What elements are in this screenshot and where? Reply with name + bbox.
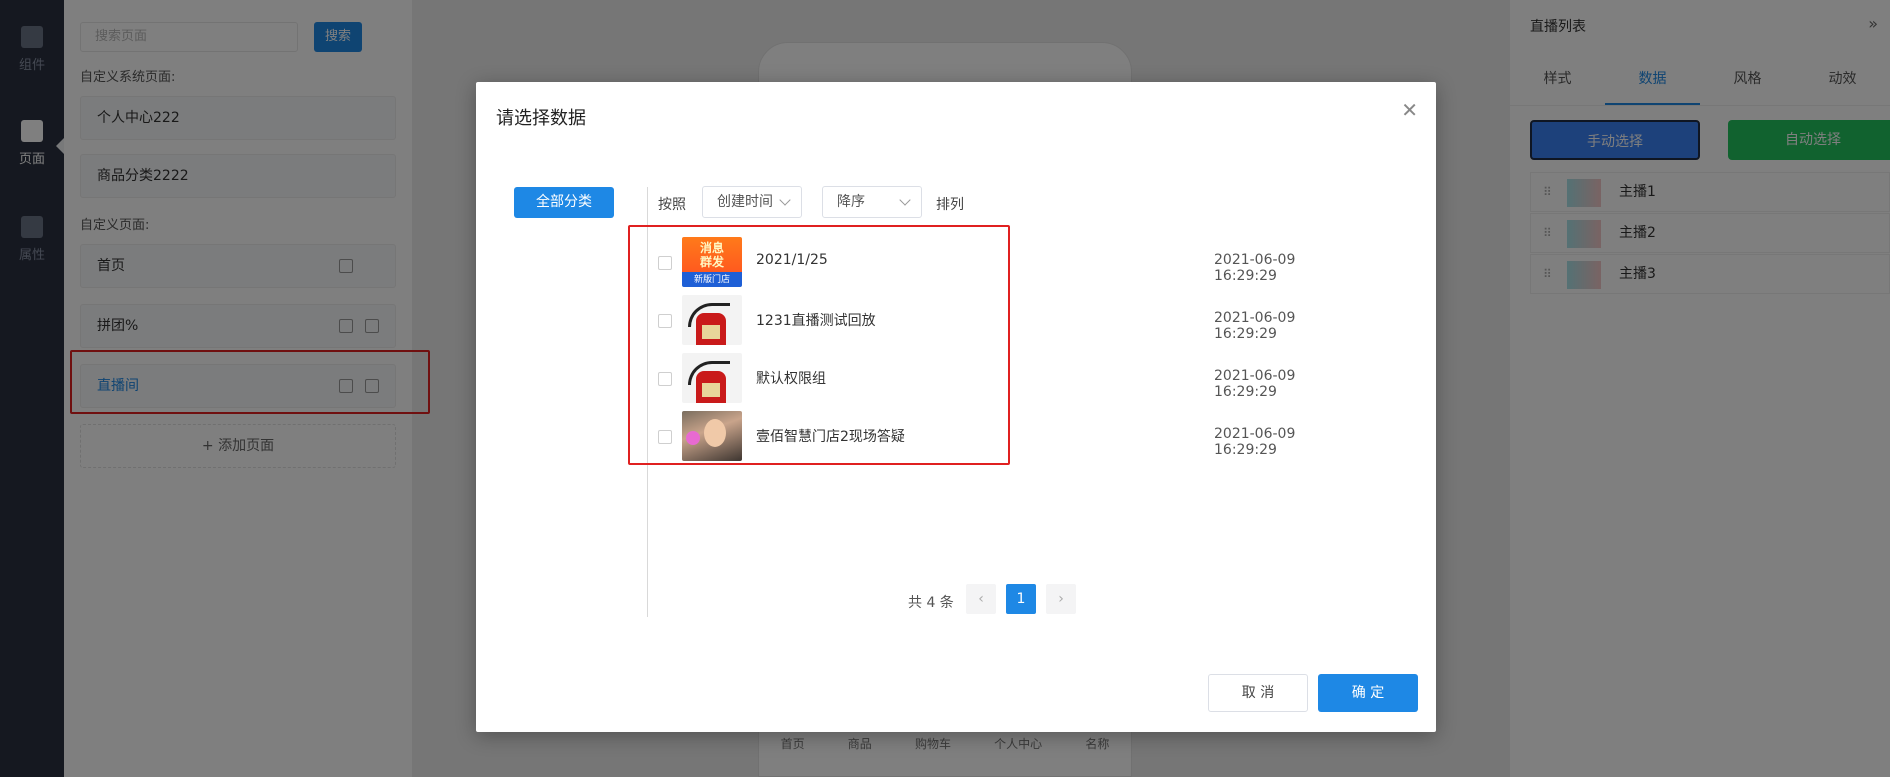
sort-suffix-label: 排列	[936, 197, 964, 213]
pager-total: 共 4 条	[908, 595, 954, 611]
item-time: 2021-06-09 16:29:29	[1214, 368, 1296, 400]
sort-field-select[interactable]: 创建时间	[702, 186, 802, 218]
page-number-button[interactable]: 1	[1006, 584, 1036, 614]
select-data-dialog: 请选择数据 ✕ 全部分类 按照 创建时间 降序 排列 消息 群发 新版门店 202…	[476, 82, 1436, 732]
item-time: 2021-06-09 16:29:29	[1214, 426, 1296, 458]
close-icon[interactable]: ✕	[1401, 100, 1418, 120]
sort-by-label: 按照	[658, 197, 686, 213]
item-time: 2021-06-09 16:29:29	[1214, 252, 1296, 284]
dialog-title: 请选择数据	[496, 108, 586, 129]
chevron-down-icon	[899, 194, 911, 206]
next-page-button[interactable]: ›	[1046, 584, 1076, 614]
prev-page-button[interactable]: ‹	[966, 584, 996, 614]
chevron-down-icon	[779, 194, 791, 206]
all-categories-button[interactable]: 全部分类	[514, 187, 614, 218]
cancel-button[interactable]: 取 消	[1208, 674, 1308, 712]
highlight-box	[628, 225, 1010, 465]
sort-order-select[interactable]: 降序	[822, 186, 922, 218]
item-time: 2021-06-09 16:29:29	[1214, 310, 1296, 342]
confirm-button[interactable]: 确 定	[1318, 674, 1418, 712]
